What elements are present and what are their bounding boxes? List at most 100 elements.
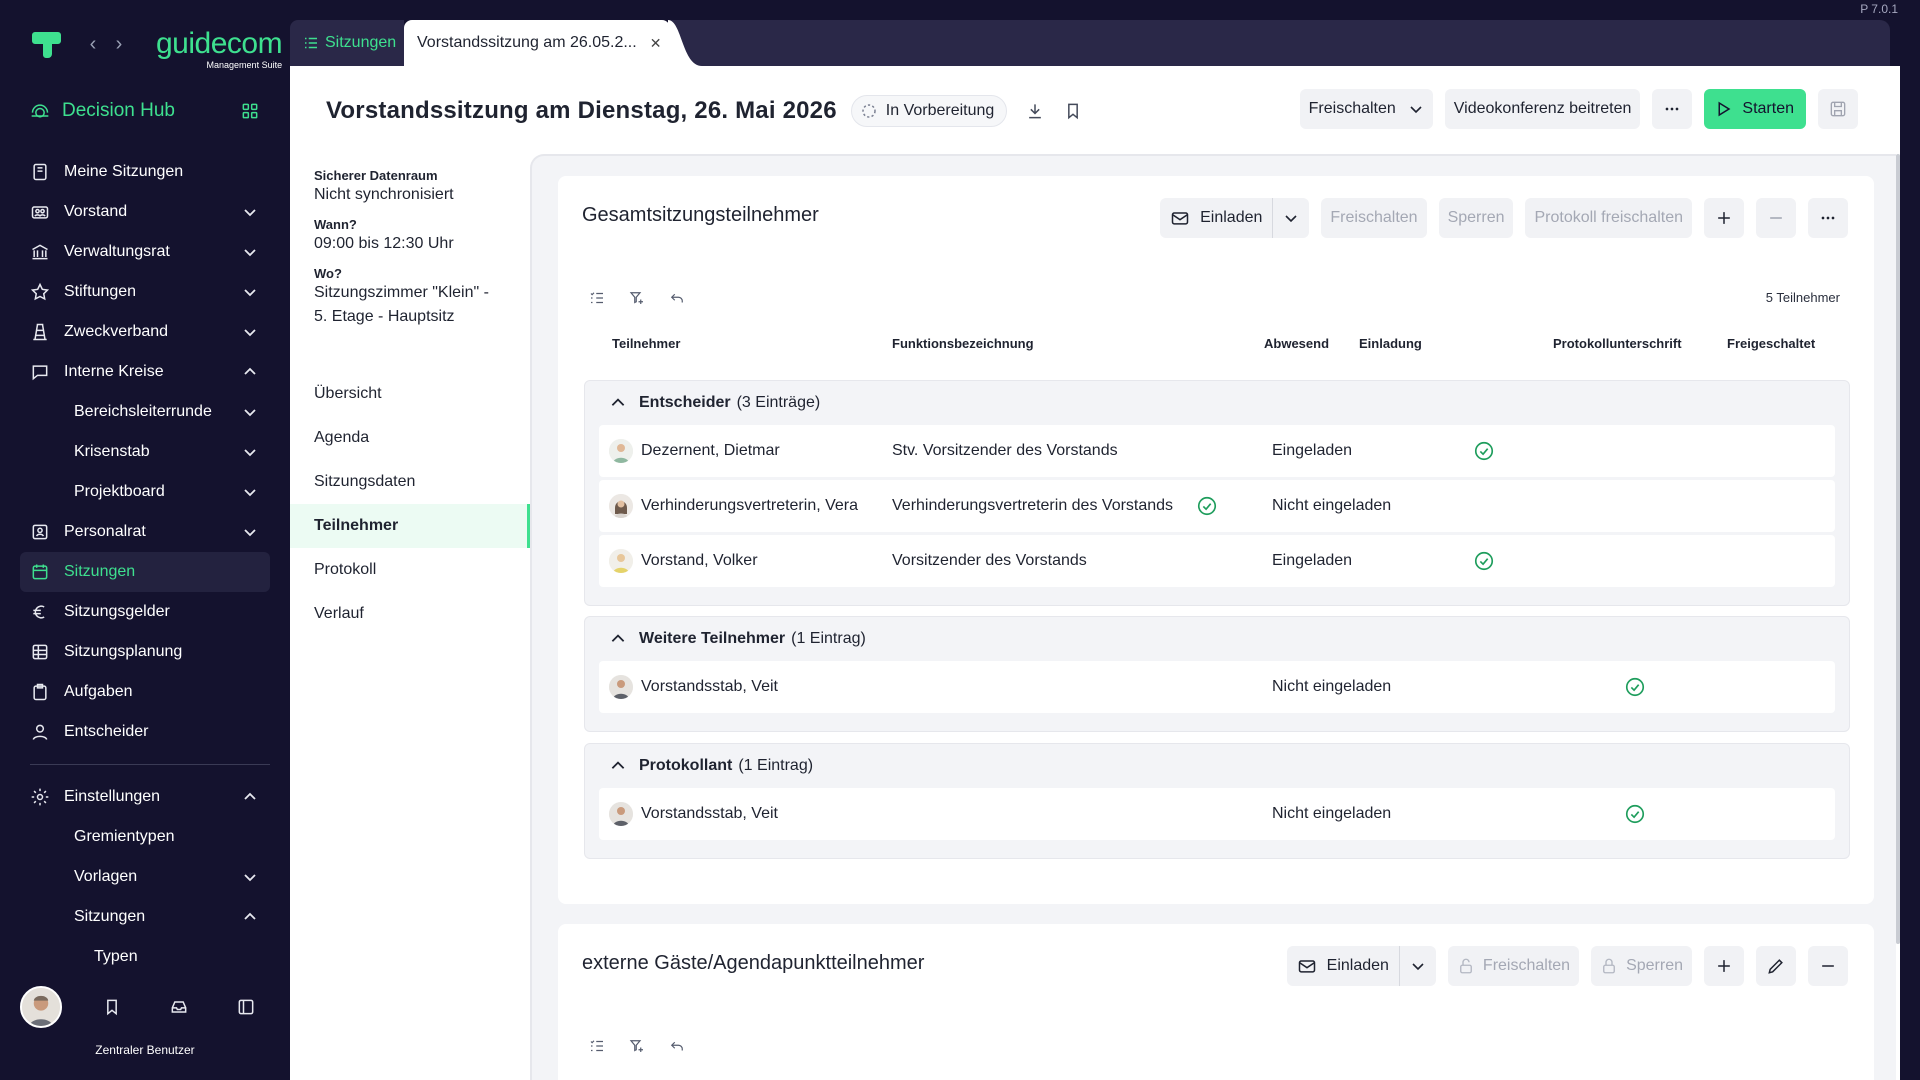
column-header[interactable]: Freigeschaltet (1727, 336, 1815, 351)
avatar[interactable] (20, 986, 62, 1028)
invite-split-button: Einladen (1160, 198, 1310, 238)
sidebar-item-entscheider[interactable]: Entscheider (20, 712, 270, 752)
table-row[interactable]: Vorstand, Volker Vorsitzender des Vorsta… (599, 535, 1835, 587)
undo-icon[interactable] (668, 289, 686, 307)
invite-dropdown-button[interactable] (1400, 946, 1436, 986)
add-button[interactable] (1704, 946, 1744, 986)
tab-vorstandssitzung[interactable]: Vorstandssitzung am 26.05.2... ✕ (404, 20, 670, 66)
check-circle-icon (1474, 441, 1494, 461)
table-row[interactable]: Vorstandsstab, Veit Nicht eingeladen (599, 788, 1835, 840)
sidebar-item-projektboard[interactable]: Projektboard (20, 472, 270, 512)
sidebar-item-krisenstab[interactable]: Krisenstab (20, 432, 270, 472)
sidebar-item-sitzungsgelder[interactable]: Sitzungsgelder (20, 592, 270, 632)
tab-protokoll[interactable]: Protokoll (290, 548, 530, 592)
sidebar-toggle-icon[interactable] (236, 997, 256, 1017)
group-header[interactable]: Protokollant (1 Eintrag) (609, 754, 813, 778)
forward-arrow-icon[interactable]: › (112, 33, 126, 56)
sidebar-item-typen[interactable]: Typen (20, 937, 270, 977)
remove-button[interactable] (1756, 198, 1796, 238)
sidebar-item-meine-sitzungen[interactable]: Meine Sitzungen (20, 152, 270, 192)
tab-agenda[interactable]: Agenda (290, 416, 530, 460)
chevron-down-icon (244, 329, 256, 337)
sidebar-item-personalrat[interactable]: Personalrat (20, 512, 270, 552)
more-options-button[interactable] (1652, 89, 1693, 129)
group-header[interactable]: Weitere Teilnehmer (1 Eintrag) (609, 627, 866, 651)
apps-grid-icon[interactable] (240, 101, 260, 121)
checklist-icon[interactable] (588, 1037, 606, 1055)
sidebar-item-gremientypen[interactable]: Gremientypen (20, 817, 270, 857)
back-arrow-icon[interactable]: ‹ (86, 33, 100, 56)
tab-verlauf[interactable]: Verlauf (290, 592, 530, 636)
table-row[interactable]: Dezernent, Dietmar Stv. Vorsitzender des… (599, 425, 1835, 477)
unlock-button[interactable]: Freischalten (1321, 198, 1427, 238)
sidebar-item-label: Stiftungen (64, 283, 137, 300)
invite-dropdown-button[interactable] (1273, 198, 1309, 238)
function-cell: Verhinderungsvertreterin des Vorstands (892, 497, 1174, 514)
brand-subtitle: Management Suite (206, 60, 283, 70)
table-row[interactable]: Vorstandsstab, Veit Nicht eingeladen (599, 661, 1835, 713)
save-button[interactable] (1818, 89, 1858, 129)
download-icon[interactable] (1025, 101, 1045, 121)
remove-button[interactable] (1808, 946, 1848, 986)
decision-hub[interactable]: Decision Hub (30, 95, 260, 127)
close-icon[interactable]: ✕ (650, 35, 662, 52)
undo-icon[interactable] (668, 1037, 686, 1055)
unlock-protocol-button[interactable]: Protokoll freischalten (1525, 198, 1692, 238)
sidebar-item-interne-kreise[interactable]: Interne Kreise (20, 352, 270, 392)
start-button[interactable]: Starten (1704, 89, 1806, 129)
participant-name: Verhinderungsvertreterin, Vera (641, 497, 859, 514)
bookmark-icon[interactable] (102, 997, 122, 1017)
videokonferenz-button[interactable]: Videokonferenz beitreten (1444, 89, 1641, 129)
column-header[interactable]: Teilnehmer (612, 336, 680, 351)
status-badge[interactable]: In Vorbereitung (850, 95, 1008, 127)
column-header[interactable]: Protokollunterschrift (1553, 336, 1682, 351)
sidebar-item-aufgaben[interactable]: Aufgaben (20, 672, 270, 712)
tab-sitzungsdaten[interactable]: Sitzungsdaten (290, 460, 530, 504)
tab-teilnehmer[interactable]: Teilnehmer (290, 504, 530, 548)
column-header[interactable]: Funktionsbezeichnung (892, 336, 1034, 351)
edit-button[interactable] (1756, 946, 1796, 986)
freischalten-dropdown-button[interactable]: Freischalten (1299, 89, 1433, 129)
participant-cell: Vorstandsstab, Veit (609, 661, 778, 713)
tab-sitzungen[interactable]: Sitzungen (290, 20, 404, 66)
bookmark-icon[interactable] (1063, 101, 1083, 121)
card-more-button[interactable] (1808, 198, 1848, 238)
sidebar-item-bereichsleiterrunde[interactable]: Bereichsleiterrunde (20, 392, 270, 432)
inbox-icon[interactable] (169, 997, 189, 1017)
table-toolbar (588, 1034, 686, 1058)
sidebar-item-sitzungsplanung[interactable]: Sitzungsplanung (20, 632, 270, 672)
avatar (609, 549, 633, 573)
checklist-icon[interactable] (588, 289, 606, 307)
sidebar-item-einstellungen[interactable]: Einstellungen (20, 777, 270, 817)
scrollbar[interactable] (1896, 154, 1900, 944)
unlock-button[interactable]: Freischalten (1447, 946, 1580, 986)
sidebar-item-stiftungen[interactable]: Stiftungen (20, 272, 270, 312)
lock-button[interactable]: Sperren (1438, 198, 1514, 238)
sidebar-item-vorstand[interactable]: Vorstand (20, 192, 270, 232)
sidebar-item-sitzungen[interactable]: Sitzungen (20, 552, 270, 592)
avatar (609, 494, 633, 518)
signature-cell (1473, 425, 1495, 477)
sidebar-item-label: Bereichsleiterrunde (74, 403, 212, 420)
group-entscheider: Entscheider (3 Einträge) Dezernent, Diet… (584, 380, 1850, 606)
sidebar-item-zweckverband[interactable]: Zweckverband (20, 312, 270, 352)
add-button[interactable] (1704, 198, 1744, 238)
participant-count: 5 Teilnehmer (1765, 290, 1840, 305)
sidebar-item-settings-sitzungen[interactable]: Sitzungen (20, 897, 270, 937)
unlocked-cell (1624, 661, 1646, 713)
lock-button[interactable]: Sperren (1591, 946, 1692, 986)
sidebar-item-vorlagen[interactable]: Vorlagen (20, 857, 270, 897)
filter-icon[interactable] (628, 1037, 646, 1055)
filter-icon[interactable] (628, 289, 646, 307)
invite-button[interactable]: Einladen (1160, 198, 1274, 238)
hub-label: Decision Hub (62, 100, 175, 121)
sidebar-item-verwaltungsrat[interactable]: Verwaltungsrat (20, 232, 270, 272)
column-header[interactable]: Einladung (1359, 336, 1422, 351)
column-header[interactable]: Abwesend (1264, 336, 1329, 351)
table-row[interactable]: Verhinderungsvertreterin, Vera Verhinder… (599, 480, 1835, 532)
group-header[interactable]: Entscheider (3 Einträge) (609, 391, 820, 415)
tab-uebersicht[interactable]: Übersicht (290, 372, 530, 416)
app-logo-icon (32, 32, 61, 58)
mail-icon (1298, 960, 1315, 973)
invite-button[interactable]: Einladen (1287, 946, 1400, 986)
